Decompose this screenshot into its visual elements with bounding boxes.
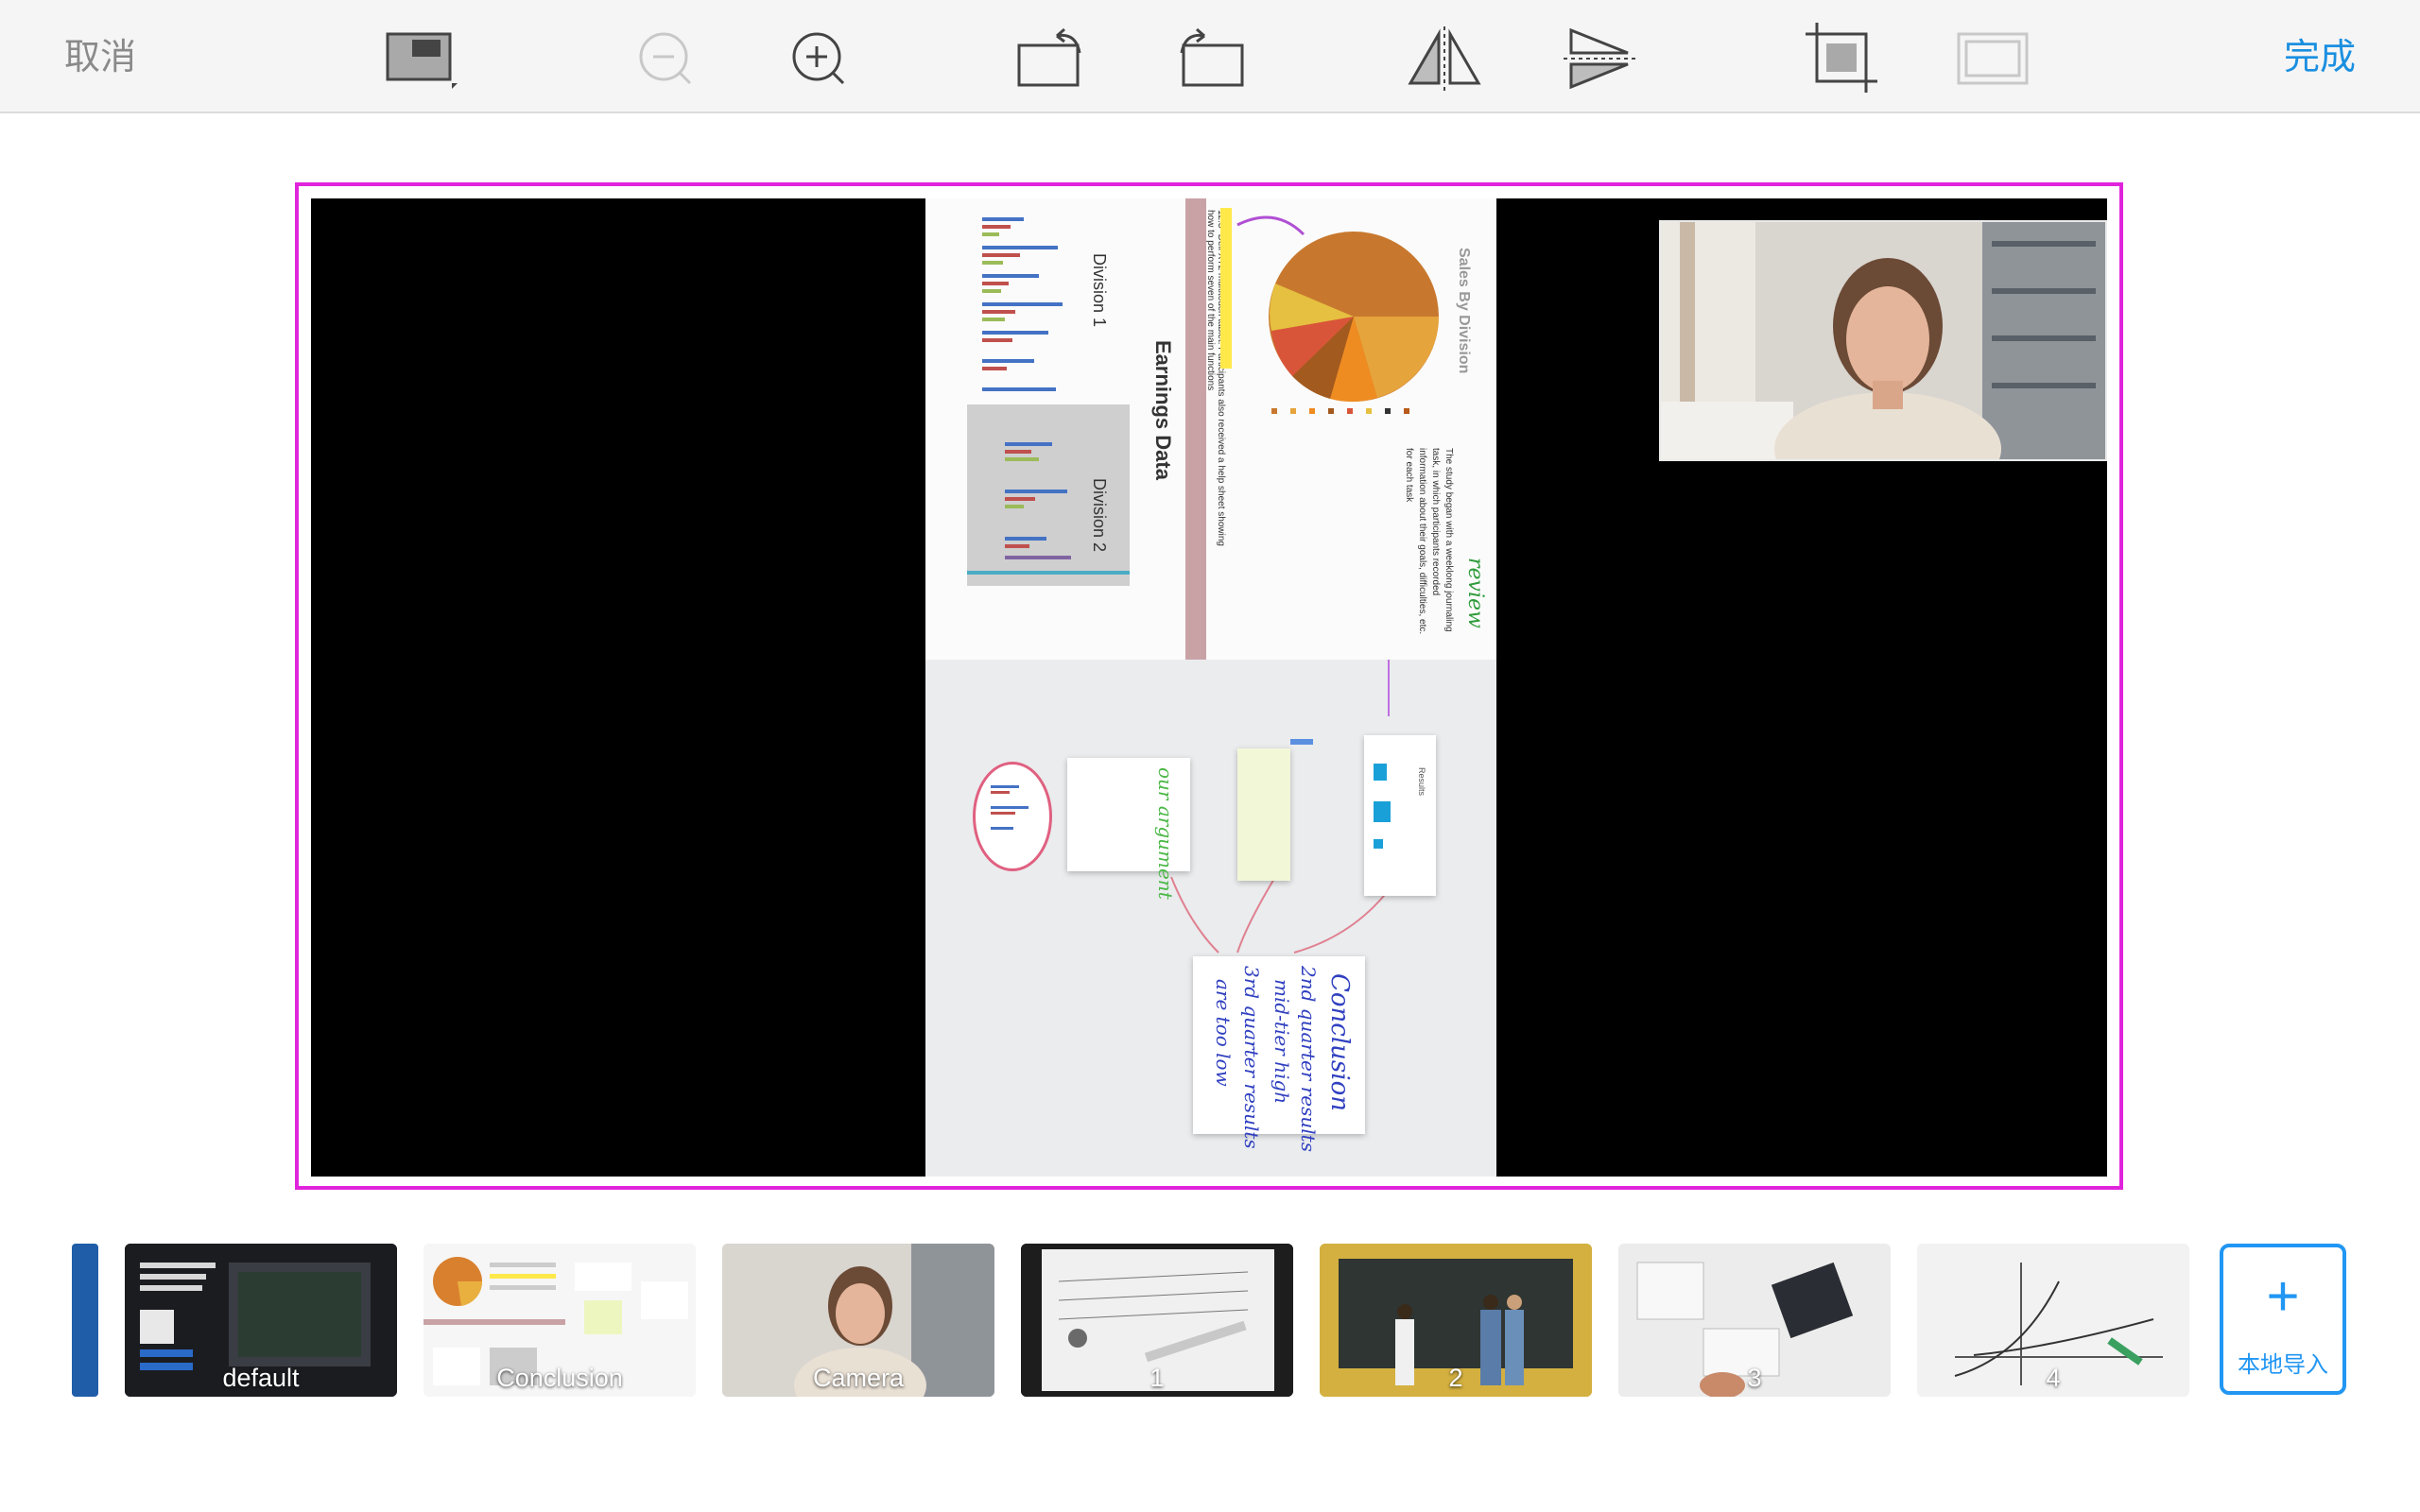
flip-vertical-icon[interactable] [1562,21,1637,96]
argument-note[interactable]: our argument [1067,758,1190,900]
scene-thumb-default[interactable]: default [125,1244,397,1397]
scene-label: 4 [2046,1364,2061,1392]
scene-label: Camera [812,1364,905,1392]
scene-thumb-camera[interactable]: Camera [722,1244,994,1397]
scene-label: 3 [1747,1364,1762,1392]
scene-label: default [222,1364,300,1392]
results-card[interactable]: Results [1364,735,1436,896]
scene-label: Conclusion [496,1364,623,1392]
document-divider [1185,198,1206,660]
camera-person-image [1661,222,2105,459]
zoom-out-icon[interactable] [628,21,703,96]
scene-canvas: Division 1 Division 2 Earnings Data 12.3… [311,198,2107,1177]
scene-thumb-2[interactable]: 2 [1320,1244,1592,1397]
local-import-button[interactable]: + 本地导入 [2220,1244,2346,1395]
layout-icon[interactable] [384,21,459,96]
highlight-card[interactable] [1237,748,1290,881]
division-2-label: Division 2 [1090,478,1109,553]
scene-thumb-4[interactable]: 4 [1917,1244,2189,1397]
screen-share-source[interactable]: Division 1 Division 2 Earnings Data 12.3… [925,198,1496,1177]
card-tab [1290,739,1313,745]
division-1-bar-chart [982,217,1063,391]
done-button[interactable]: 完成 [2284,30,2356,83]
zoom-in-icon[interactable] [781,21,856,96]
whiteboard-canvas: our argument Results Conclusion 2nd quar… [925,660,1496,1177]
scene-label: 2 [1448,1364,1463,1392]
annotation-arrow [1236,215,1305,236]
document-page: Division 1 Division 2 Earnings Data 12.3… [925,198,1496,660]
flip-horizontal-icon[interactable] [1407,21,1482,96]
scene-preview[interactable]: Division 1 Division 2 Earnings Data 12.3… [295,182,2123,1190]
crop-icon[interactable] [1804,21,1879,96]
rotate-right-icon[interactable] [1170,21,1246,96]
scene-thumb-3[interactable]: 3 [1618,1244,1891,1397]
division-1-label: Division 1 [1090,253,1109,328]
highlight-yellow [1220,208,1232,369]
frame-icon[interactable] [1955,21,2031,96]
rotate-left-icon[interactable] [1015,21,1091,96]
scene-thumb-partial[interactable] [72,1244,98,1397]
circled-chart-card[interactable] [973,762,1052,871]
earnings-data-title: Earnings Data [1151,340,1175,480]
conclusion-note[interactable]: Conclusion 2nd quarter results mid-tier … [1193,956,1365,1152]
scene-thumb-1[interactable]: 1 [1021,1244,1293,1397]
plus-icon: + [2266,1264,2300,1328]
import-label: 本地导入 [2238,1351,2328,1378]
scene-label: 1 [1150,1364,1165,1392]
camera-overlay[interactable] [1659,220,2107,461]
scene-thumb-conclusion[interactable]: Conclusion [424,1244,696,1397]
scene-strip: default Conclusion Camera 1 2 3 4 + 本地导入 [0,1244,2420,1397]
top-toolbar: 取消 完成 [0,0,2420,113]
cancel-button[interactable]: 取消 [64,30,136,83]
